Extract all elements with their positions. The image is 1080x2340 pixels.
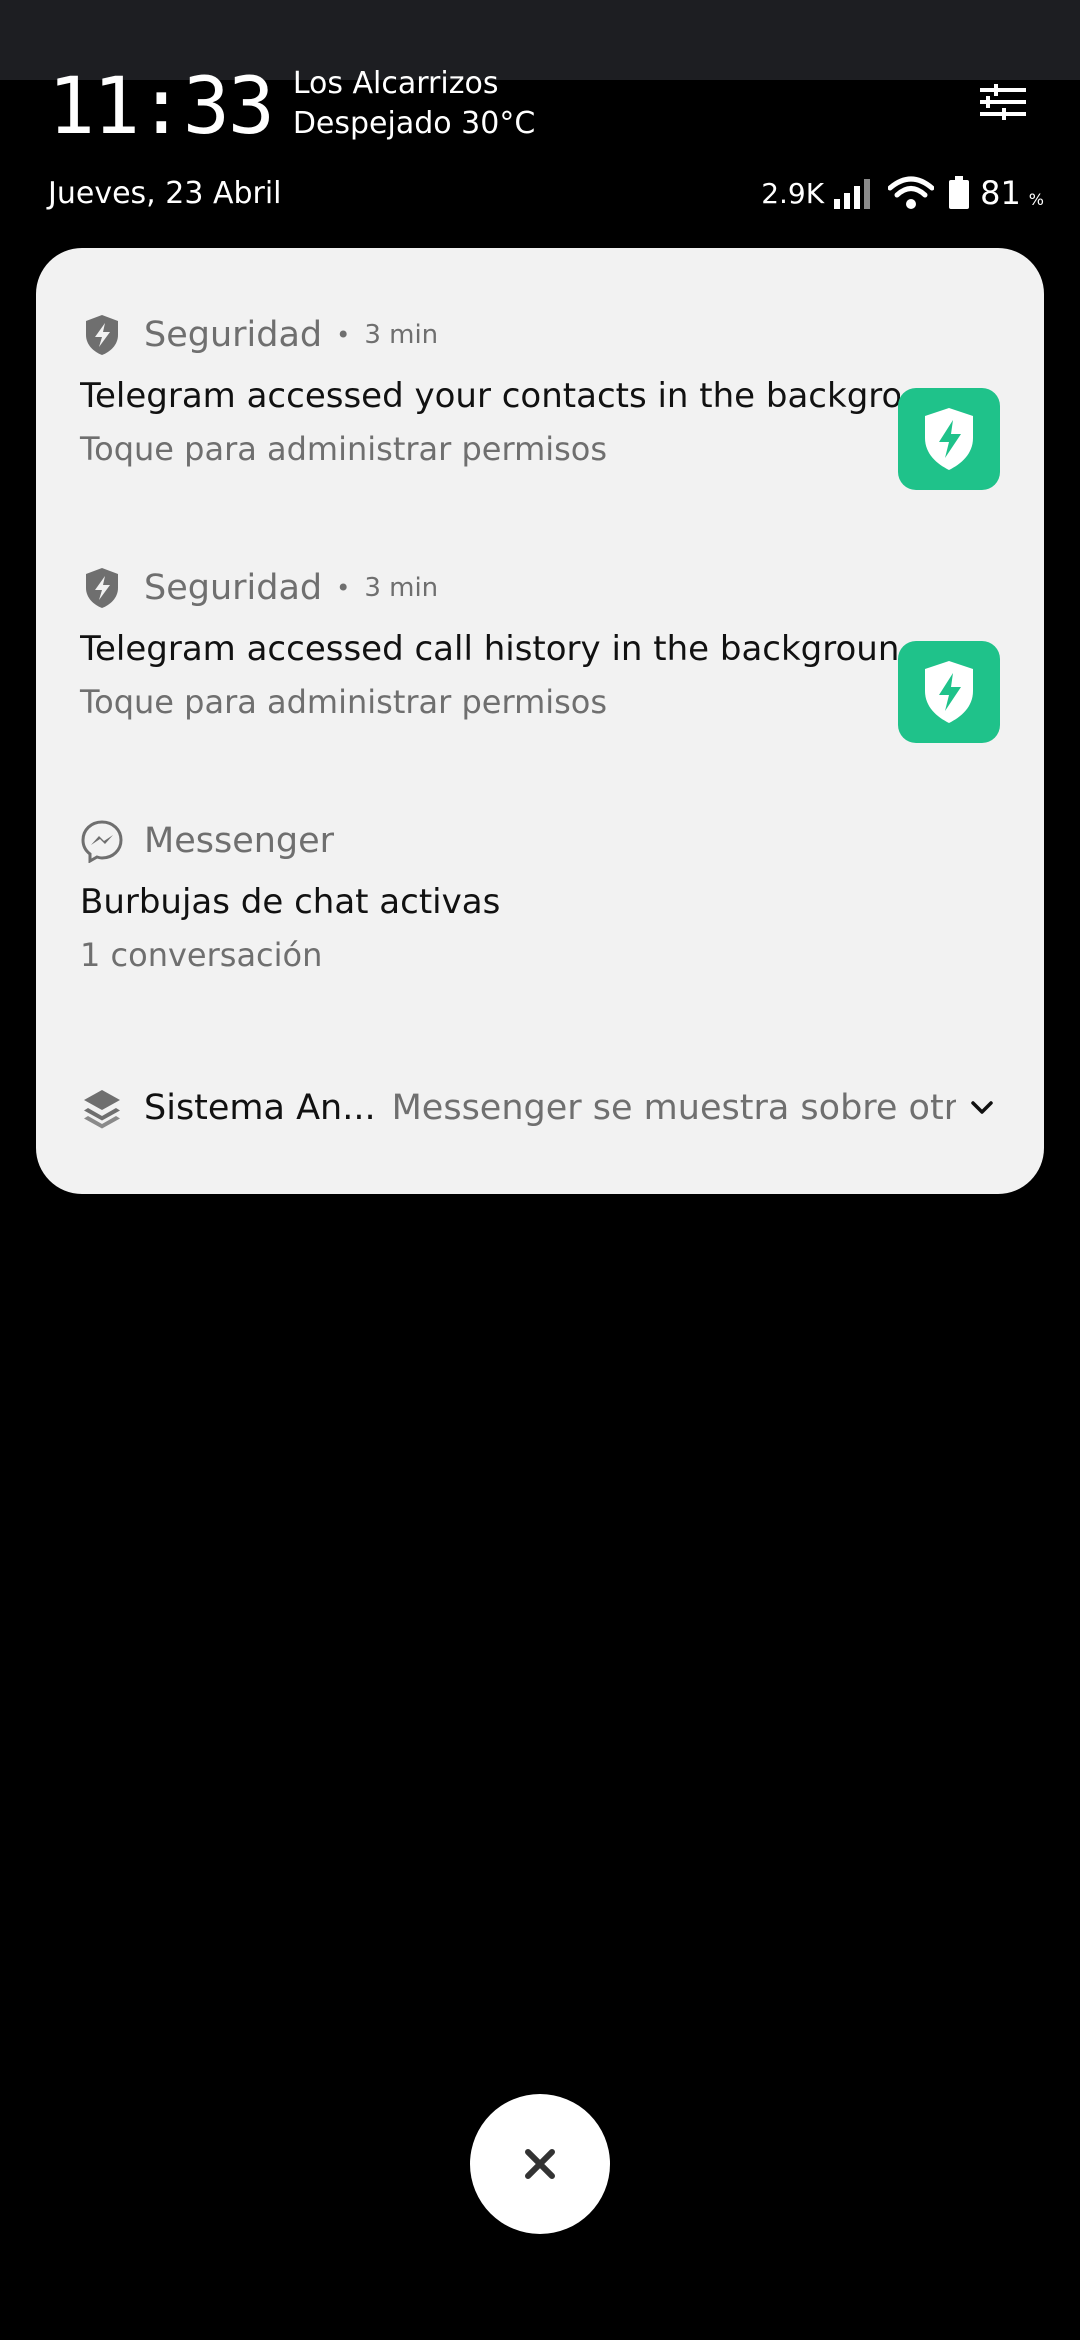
separator-dot: • [336,321,351,349]
notification-title: Burbujas de chat activas [80,882,501,922]
notification-app-name: Seguridad [144,315,323,355]
clock[interactable]: 11:33 [48,62,275,152]
shield-bolt-icon [86,568,118,608]
network-speed: 2.9K [761,176,825,210]
notification-header: Seguridad • 3 min [80,561,1000,615]
notification-panel: Seguridad • 3 min Telegram accessed your… [36,248,1044,1194]
notification-time: 3 min [364,573,439,603]
close-icon [525,2149,555,2179]
clock-weather: 11:33 Los Alcarrizos Despejado 30°C [48,62,535,152]
shield-bolt-icon [925,661,973,723]
settings-tune-icon[interactable] [978,84,1028,120]
notification-title: Telegram accessed your contacts in the b… [80,376,900,416]
battery-percent: 81 [980,174,1021,212]
separator-dot: • [336,574,351,602]
summary-text: Messenger se muestra sobre otras ap... [391,1088,956,1128]
summary-app-name: Sistema An... [144,1088,376,1128]
notification-system-summary[interactable]: Sistema An... Messenger se muestra sobre… [80,1078,1000,1138]
notification-title: Telegram accessed call history in the ba… [80,629,900,669]
notification-subtitle: 1 conversación [80,936,323,974]
notification-header: Messenger [80,814,1000,868]
shield-bolt-icon [86,315,118,355]
weather-info[interactable]: Los Alcarrizos Despejado 30°C [293,64,535,144]
notification-subtitle: Toque para administrar permisos [80,683,608,721]
notification-app-name: Seguridad [144,568,323,608]
chevron-down-icon[interactable] [964,1090,1000,1126]
shield-bolt-icon [925,408,973,470]
notification-subtitle: Toque para administrar permisos [80,430,608,468]
signal-icon [834,179,871,209]
battery-icon [949,176,970,209]
notification-seguridad-calls[interactable]: Seguridad • 3 min Telegram accessed call… [80,561,1000,743]
security-app-icon [898,388,1000,490]
notification-header: Seguridad • 3 min [80,308,1000,362]
battery-percent-symbol: % [1028,189,1044,209]
notification-seguridad-contacts[interactable]: Seguridad • 3 min Telegram accessed your… [80,308,1000,490]
date-label[interactable]: Jueves, 23 Abril [48,176,282,211]
weather-condition: Despejado 30°C [292,106,536,141]
notification-time: 3 min [364,320,439,350]
messenger-icon [81,820,123,863]
weather-location: Los Alcarrizos [292,66,499,101]
status-icons: 2.9K 81 % [761,174,1044,212]
clear-all-button[interactable] [470,2094,610,2234]
security-app-icon [898,641,1000,743]
notification-messenger[interactable]: Messenger Burbujas de chat activas 1 con… [80,814,1000,974]
notification-app-name: Messenger [144,821,335,861]
wifi-icon [888,176,935,209]
layers-icon [84,1090,120,1129]
